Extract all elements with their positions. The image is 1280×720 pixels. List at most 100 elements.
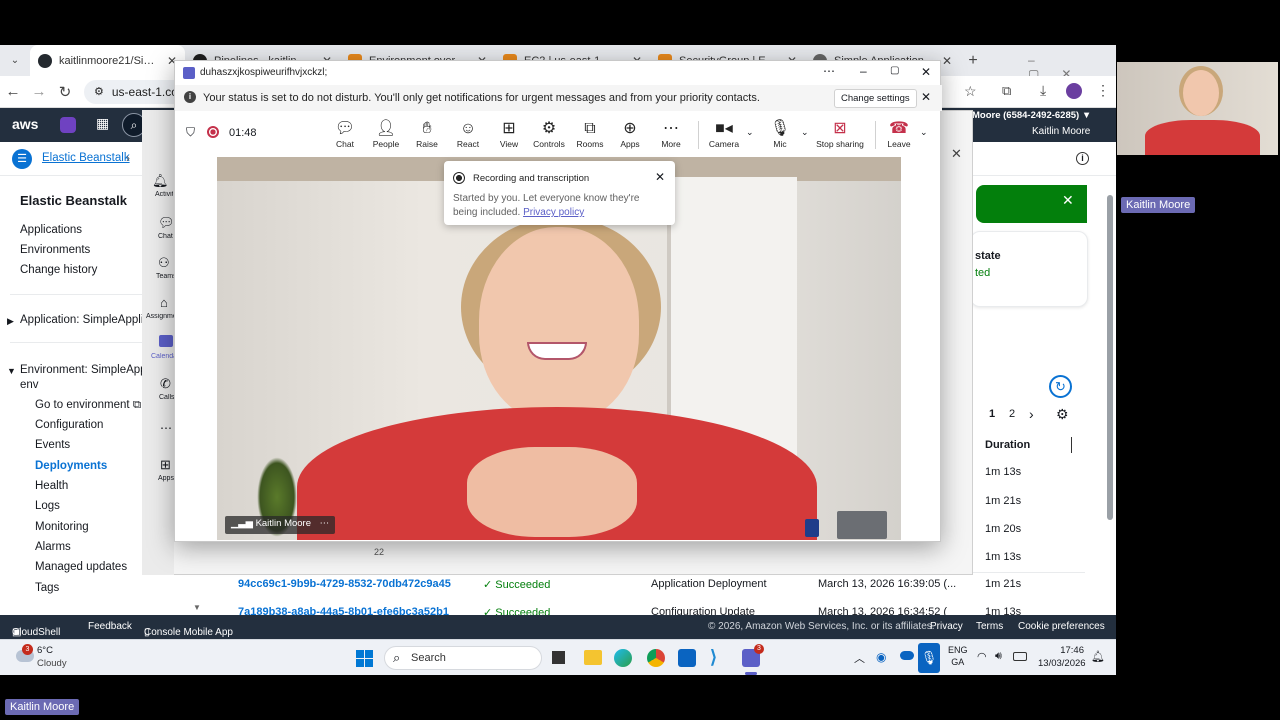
privacy-policy-link[interactable]: Privacy policy <box>523 207 584 218</box>
info-icon[interactable]: i <box>1076 152 1089 165</box>
nav-configuration[interactable]: Configuration <box>35 419 103 431</box>
toolbar-raise[interactable]: ✋︎ Raise <box>405 119 449 149</box>
breadcrumb-elastic-beanstalk[interactable]: Elastic Beanstalk <box>42 152 130 164</box>
close-icon[interactable]: ✕ <box>942 54 952 68</box>
toolbar-controls[interactable]: ⚙ Controls <box>527 119 571 149</box>
outlook-icon[interactable] <box>678 649 696 667</box>
profile-avatar[interactable] <box>1066 83 1082 99</box>
toolbar-mic[interactable]: 🎙︎ Mic <box>758 119 802 149</box>
background-close-icon[interactable]: ✕ <box>951 146 962 162</box>
services-grid-icon[interactable]: ▦ <box>96 115 109 132</box>
change-settings-button[interactable]: Change settings <box>834 89 917 108</box>
rail-more-icon[interactable]: ⋯ <box>160 421 172 435</box>
browser-tab[interactable]: kaitlinmoore21/SimpleApp✕ <box>30 45 185 76</box>
toolbar-stop-sharing[interactable]: ⊠ Stop sharing <box>813 119 867 149</box>
toolbar-people[interactable]: 👤︎ People <box>364 119 408 149</box>
privacy-link[interactable]: Privacy <box>930 621 963 632</box>
toolbar-react[interactable]: ☺ React <box>446 119 490 149</box>
clock[interactable]: 17:46 13/03/2026 <box>1038 644 1086 670</box>
weather-widget[interactable]: 3 6°C Cloudy <box>14 644 84 672</box>
nav-events[interactable]: Events <box>35 439 70 451</box>
rail-calendar[interactable] <box>159 335 173 347</box>
account-menu[interactable]: Moore (6584-2492-6285) ▼ <box>972 110 1091 121</box>
toolbar-more[interactable]: ⋯ More <box>649 119 693 149</box>
rail-chat[interactable]: 💬︎ <box>158 215 175 231</box>
nav-item-environments[interactable]: Environments <box>20 244 90 256</box>
recording-close-icon[interactable]: ✕ <box>655 170 665 184</box>
shield-icon[interactable]: ⛉ <box>186 125 195 140</box>
rail-assignments[interactable]: ⌂ <box>160 295 168 310</box>
cookie-preferences-link[interactable]: Cookie preferences <box>1018 621 1105 632</box>
toolbar-view[interactable]: ⊞ View <box>487 119 531 149</box>
task-view-icon[interactable] <box>552 651 565 664</box>
expand-caret-icon[interactable]: ▶ <box>7 316 14 327</box>
duration-column-header[interactable]: Duration <box>985 439 1030 451</box>
window-close-icon[interactable]: ✕ <box>921 65 931 79</box>
leave-options-chevron-icon[interactable]: ⌄ <box>920 127 928 138</box>
nav-monitoring[interactable]: Monitoring <box>35 521 89 533</box>
refresh-icon[interactable]: ↻ <box>1049 375 1072 398</box>
nav-alarms[interactable]: Alarms <box>35 541 71 553</box>
reload-icon[interactable]: ↻ <box>52 83 78 101</box>
rail-teams[interactable]: ⚇ <box>158 255 170 271</box>
windows-start-icon[interactable] <box>356 650 373 667</box>
nav-deployments[interactable]: Deployments <box>35 460 107 472</box>
participant-more-icon[interactable]: ⋯ <box>320 518 330 529</box>
language-indicator[interactable]: ENG GA <box>948 644 968 668</box>
camera-options-chevron-icon[interactable]: ⌄ <box>746 127 754 138</box>
onedrive-icon[interactable] <box>900 651 914 660</box>
nav-managed-updates[interactable]: Managed updates <box>35 561 127 573</box>
collapse-caret-icon[interactable]: ▼ <box>7 366 16 376</box>
battery-icon[interactable] <box>1013 652 1027 661</box>
nav-go-to-environment[interactable]: Go to environment ⧉ <box>35 399 141 412</box>
wifi-icon[interactable]: ◠ <box>977 650 987 663</box>
nav-tags[interactable]: Tags <box>35 582 59 594</box>
nav-environment-group[interactable]: Environment: SimpleApplic <box>20 364 142 376</box>
terms-link[interactable]: Terms <box>976 621 1003 632</box>
toolbar-apps[interactable]: ⊕ Apps <box>608 119 652 149</box>
toolbar-rooms[interactable]: ⧉ Rooms <box>568 119 612 149</box>
toolbar-camera[interactable]: ■◂ Camera <box>702 119 746 149</box>
mic-active-tray-icon[interactable]: 🎙︎ <box>918 643 940 673</box>
volume-icon[interactable]: 🔊︎ <box>995 650 1002 663</box>
nav-scroll-down-icon[interactable]: ▼ <box>193 603 201 612</box>
back-arrow-icon[interactable]: ← <box>0 83 26 100</box>
browser-menu-icon[interactable]: ⋮ <box>1096 82 1110 99</box>
tab-list-chevron-icon[interactable]: ⌄ <box>0 55 30 66</box>
chrome-icon[interactable] <box>647 649 665 667</box>
pager-next-icon[interactable]: › <box>1029 406 1034 422</box>
feedback-link[interactable]: Feedback <box>88 621 132 632</box>
forward-arrow-icon[interactable]: → <box>26 83 52 100</box>
table-settings-gear-icon[interactable]: ⚙ <box>1056 406 1069 423</box>
unified-search-icon[interactable] <box>60 117 76 133</box>
notification-bell-icon[interactable]: 🔔︎ <box>1091 650 1105 663</box>
banner-close-icon[interactable]: ✕ <box>921 90 931 104</box>
new-tab-plus-icon[interactable]: + <box>960 52 986 70</box>
site-info-icon[interactable]: ⚙ <box>94 85 104 98</box>
nav-logs[interactable]: Logs <box>35 500 60 512</box>
nav-application-group[interactable]: Application: SimpleApplica <box>20 314 142 326</box>
nav-health[interactable]: Health <box>35 480 68 492</box>
rail-apps[interactable]: ⊞ <box>160 457 171 473</box>
mic-options-chevron-icon[interactable]: ⌄ <box>801 127 809 138</box>
tray-meet-icon[interactable]: ◉ <box>876 650 886 664</box>
download-icon[interactable]: ⤓ <box>1040 82 1046 99</box>
nav-item-change-history[interactable]: Change history <box>20 264 97 276</box>
rail-calls[interactable]: ✆ <box>160 376 171 392</box>
bookmark-star-icon[interactable]: ☆ <box>964 83 977 100</box>
page-scrollbar[interactable] <box>1107 195 1113 520</box>
hamburger-menu-icon[interactable]: ☰ <box>12 149 32 169</box>
deployment-id-link[interactable]: 94cc69c1-9b9b-4729-8532-70db472c9a45 <box>238 578 451 590</box>
tray-chevron-icon[interactable]: ︿ <box>854 650 865 666</box>
nav-item-applications[interactable]: Applications <box>20 224 82 236</box>
pager-page-2[interactable]: 2 <box>1009 408 1015 420</box>
vscode-icon[interactable]: ⟩ <box>710 647 717 668</box>
nav-title[interactable]: Elastic Beanstalk <box>20 193 127 208</box>
toolbar-chat[interactable]: 💬︎ Chat <box>323 119 367 149</box>
minimize-icon[interactable]: – <box>860 64 867 78</box>
maximize-icon[interactable]: ▢ <box>890 65 899 76</box>
file-explorer-icon[interactable] <box>584 650 602 665</box>
extensions-icon[interactable]: ⧉ <box>1002 83 1011 99</box>
window-more-icon[interactable]: ⋯ <box>823 64 835 78</box>
taskbar-search[interactable]: ⌕ Search <box>384 646 542 670</box>
